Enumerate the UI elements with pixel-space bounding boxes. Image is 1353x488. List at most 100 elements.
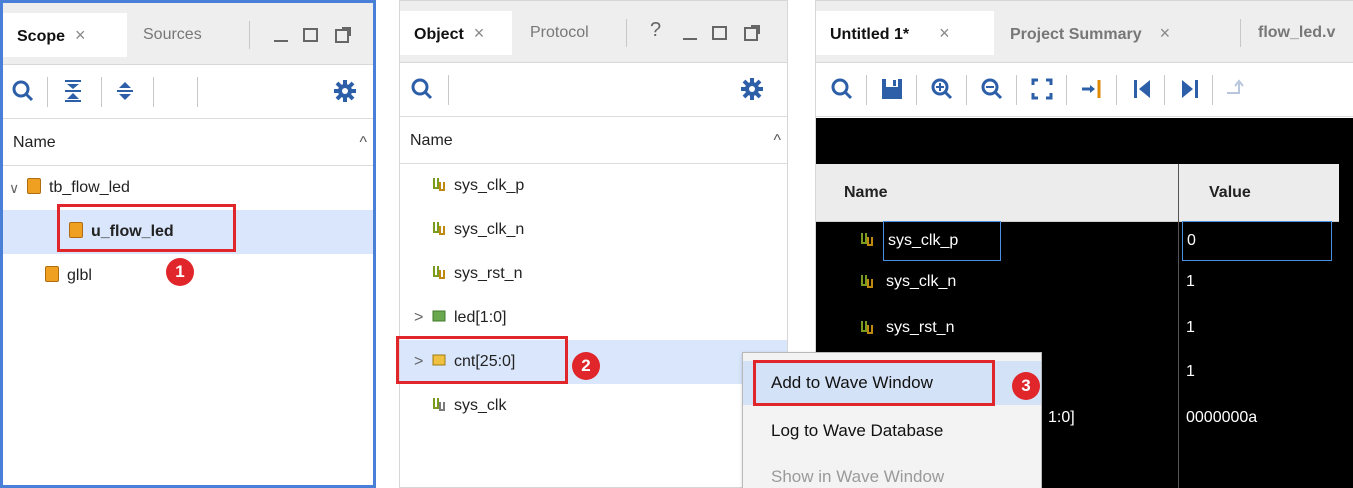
gear-icon[interactable] [333, 79, 357, 103]
divider [1339, 164, 1347, 488]
float-icon[interactable] [742, 23, 762, 43]
divider [866, 75, 867, 105]
signal-row[interactable]: > led[1:0] [400, 296, 787, 340]
tab-flow-led-v[interactable]: flow_led.v [1244, 11, 1353, 55]
value-header-label: Value [1209, 184, 1251, 201]
maximize-icon[interactable] [710, 23, 730, 43]
signal-label: sys_clk_n [454, 221, 525, 238]
divider [1016, 75, 1017, 105]
zoom-out-icon[interactable] [980, 77, 1004, 101]
module-icon [27, 178, 41, 194]
tab-scope[interactable]: Scope × [3, 13, 127, 57]
signal-row[interactable]: sys_rst_n [400, 252, 787, 296]
column-header-label: Name [13, 134, 56, 151]
signal-input-icon [861, 233, 873, 246]
tab-project-summary-label: Project Summary [1010, 26, 1142, 43]
chevron-down-icon[interactable]: ∨ [9, 166, 19, 210]
tab-sources[interactable]: Sources [129, 13, 241, 57]
step-badge-3: 3 [1012, 372, 1040, 400]
maximize-icon[interactable] [301, 25, 321, 45]
wave-row-value[interactable]: 1 [1186, 273, 1195, 291]
highlight-box-add-to-wave [753, 360, 995, 406]
column-header-label: Name [410, 132, 453, 149]
minimize-icon[interactable] [271, 25, 291, 45]
collapse-all-icon[interactable] [61, 79, 85, 103]
divider [626, 19, 627, 47]
signal-label: sys_clk_p [454, 177, 525, 194]
wave-row-name-sys-clk-p[interactable]: sys_clk_p [883, 221, 1001, 261]
goto-end-icon[interactable] [1178, 77, 1202, 101]
wave-row-name[interactable]: sys_rst_n [886, 319, 954, 337]
menu-item-show-in-wave-window: Show in Wave Window [743, 455, 1041, 488]
object-column-header[interactable]: Name ^ [400, 118, 787, 164]
signal-row[interactable]: sys_clk [400, 384, 787, 428]
scope-toolbar [3, 65, 373, 119]
tab-object-close-icon[interactable]: × [474, 23, 485, 43]
signal-input-icon [433, 222, 445, 235]
divider [153, 77, 154, 107]
divider [1212, 75, 1213, 105]
search-icon[interactable] [410, 77, 434, 101]
tab-untitled-label: Untitled 1* [830, 26, 910, 43]
sort-up-icon[interactable]: ^ [359, 120, 367, 166]
signal-row[interactable]: sys_clk_n [400, 208, 787, 252]
signal-input-icon [433, 178, 445, 191]
wave-row-name[interactable]: sys_clk_n [886, 273, 956, 291]
signal-internal-icon [433, 398, 445, 411]
tab-project-summary-close-icon[interactable]: × [1160, 23, 1171, 43]
signal-row[interactable]: sys_clk_p [400, 164, 787, 208]
divider [916, 75, 917, 105]
divider [1164, 75, 1165, 105]
help-icon[interactable]: ? [650, 19, 661, 42]
signal-label: sys_rst_n [454, 265, 523, 282]
menu-item-log-to-wave-database[interactable]: Log to Wave Database [743, 409, 1041, 453]
wave-row-value[interactable]: 0000000a [1186, 409, 1257, 427]
search-icon[interactable] [830, 77, 854, 101]
tab-object[interactable]: Object × [400, 11, 512, 55]
tab-scope-label: Scope [17, 28, 66, 45]
divider [47, 77, 48, 107]
step-badge-2: 2 [572, 352, 600, 380]
wave-row-value[interactable]: 1 [1186, 319, 1195, 337]
search-icon[interactable] [11, 79, 35, 103]
divider [1116, 75, 1117, 105]
step-badge-1: 1 [166, 258, 194, 286]
goto-start-icon[interactable] [1130, 77, 1154, 101]
tab-project-summary[interactable]: Project Summary × [996, 11, 1236, 55]
highlight-box-cnt [396, 336, 568, 384]
tab-untitled-1[interactable]: Untitled 1* × [816, 11, 994, 55]
chevron-right-icon[interactable]: > [414, 296, 423, 340]
sort-up-icon[interactable]: ^ [773, 118, 781, 164]
tree-item-label: tb_flow_led [49, 179, 130, 196]
save-icon[interactable] [880, 77, 904, 101]
wave-row-value[interactable]: 0 [1182, 221, 1332, 261]
wave-signal-icon [860, 273, 874, 294]
signal-label: led[1:0] [454, 309, 507, 326]
scope-tabbar: Scope × Sources [3, 3, 373, 65]
goto-cursor-icon[interactable] [1080, 77, 1104, 101]
tab-protocol[interactable]: Protocol [516, 11, 624, 55]
wave-name-column-header[interactable]: Name [816, 164, 1178, 222]
tab-scope-close-icon[interactable]: × [75, 25, 86, 45]
tab-sources-label: Sources [143, 26, 202, 43]
wave-row-value[interactable]: 1 [1186, 363, 1195, 381]
minimize-icon[interactable] [680, 23, 700, 43]
divider [249, 21, 250, 49]
divider [1066, 75, 1067, 105]
tab-untitled-close-icon[interactable]: × [939, 23, 950, 43]
name-header-label: Name [844, 184, 888, 201]
wave-row-name[interactable]: 1:0] [1048, 409, 1075, 427]
wave-value-column-header[interactable]: Value [1179, 164, 1339, 222]
zoom-in-icon[interactable] [930, 77, 954, 101]
scope-column-header[interactable]: Name ^ [3, 120, 373, 166]
swap-icon[interactable] [1224, 77, 1248, 101]
object-toolbar [400, 63, 787, 117]
wave-signal-icon [860, 227, 874, 261]
expand-all-icon[interactable] [113, 79, 137, 103]
float-icon[interactable] [333, 25, 353, 45]
divider [197, 77, 198, 107]
zoom-fit-icon[interactable] [1030, 77, 1054, 101]
divider [448, 75, 449, 105]
tree-item-label: glbl [67, 267, 92, 284]
gear-icon[interactable] [740, 77, 764, 101]
